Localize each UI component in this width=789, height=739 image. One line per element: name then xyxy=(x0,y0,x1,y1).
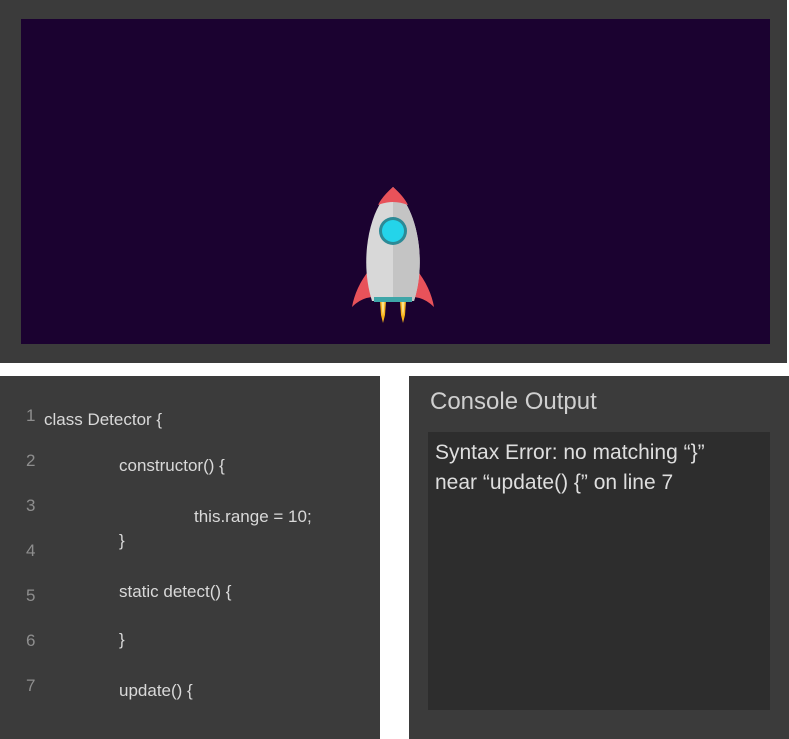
console-message-line-1: Syntax Error: no matching “}” xyxy=(435,441,705,464)
line-number: 6 xyxy=(26,631,36,650)
line-number: 5 xyxy=(26,586,36,605)
console-message: Syntax Error: no matching “}” near “upda… xyxy=(435,438,765,498)
console-message-line-2: near “update() {” on line 7 xyxy=(435,471,674,494)
code-line-6[interactable]: 6 } xyxy=(0,630,380,657)
code-line-4[interactable]: 4 xyxy=(0,541,380,567)
line-code: } xyxy=(119,630,125,649)
code-line-1[interactable]: 1 class Detector { xyxy=(0,406,380,432)
line-number: 7 xyxy=(26,676,36,695)
rocket-window xyxy=(382,220,404,242)
code-line-2[interactable]: 2 constructor() { xyxy=(0,451,380,477)
code-editor[interactable]: 1 class Detector { 2 constructor() { 3 t… xyxy=(0,376,380,739)
line-code: constructor() { xyxy=(119,456,225,475)
line-code: update() { xyxy=(119,681,193,700)
code-line-3[interactable]: 3 this.range = 10; xyxy=(0,496,380,526)
console-output[interactable]: Syntax Error: no matching “}” near “upda… xyxy=(428,432,770,710)
line-number: 1 xyxy=(26,406,36,425)
game-stage[interactable] xyxy=(21,19,770,344)
line-code: this.range = 10; xyxy=(194,507,312,526)
line-number: 2 xyxy=(26,451,36,470)
rocket-base xyxy=(374,297,412,302)
rocket-icon[interactable] xyxy=(350,185,436,327)
line-number: 4 xyxy=(26,541,36,560)
code-line-5[interactable]: 5 static detect() { xyxy=(0,582,380,612)
console-panel: Console Output Syntax Error: no matching… xyxy=(409,376,789,739)
code-line-7[interactable]: 7 update() { xyxy=(0,676,380,702)
line-code: static detect() { xyxy=(119,582,232,601)
console-title: Console Output xyxy=(430,388,597,415)
line-code: class Detector { xyxy=(44,410,163,429)
stage-frame xyxy=(0,0,787,363)
line-number: 3 xyxy=(26,496,36,515)
